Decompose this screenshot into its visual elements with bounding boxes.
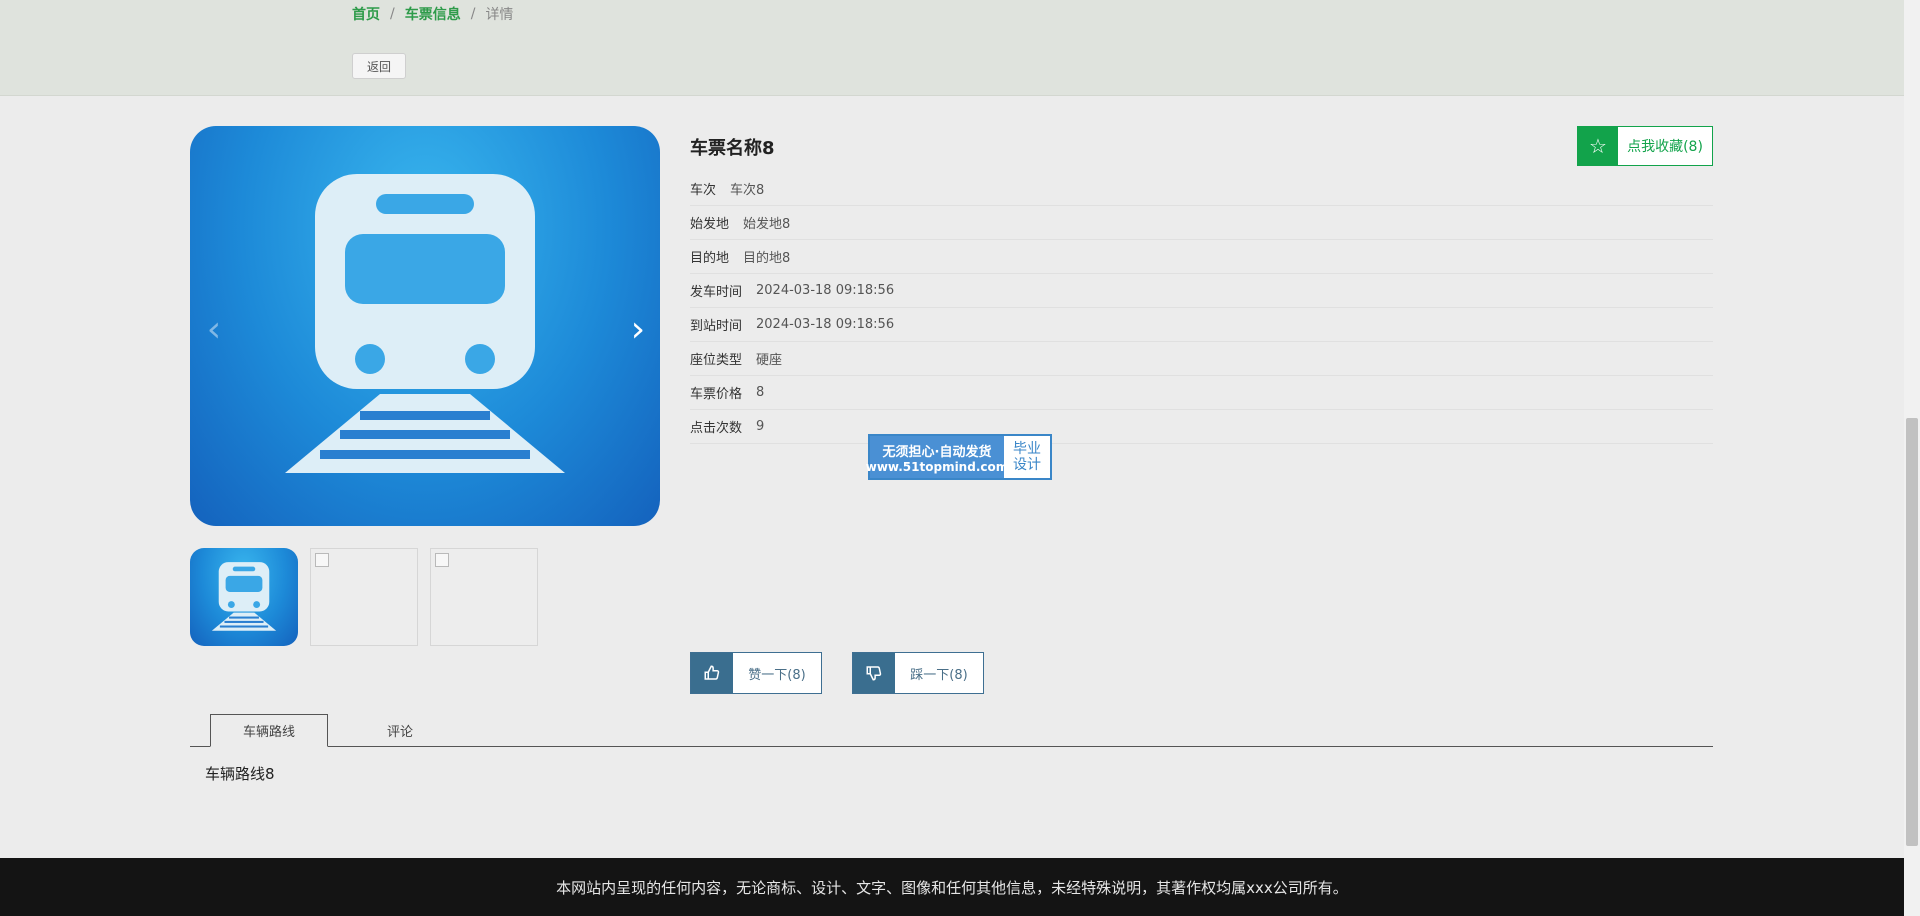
page-scrollbar-thumb[interactable] [1906, 418, 1918, 846]
train-icon [285, 174, 565, 473]
like-label: 赞一下(8) [748, 667, 806, 683]
back-button[interactable]: 返回 [352, 53, 406, 79]
breadcrumb-home[interactable]: 首页 [352, 4, 380, 24]
watermark-right-line1: 毕业 [1013, 441, 1041, 457]
dislike-button[interactable]: 踩一下(8) [852, 652, 984, 694]
like-button[interactable]: 赞一下(8) [690, 652, 822, 694]
info-row-arrival-time: 到站时间 2024-03-18 09:18:56 [690, 308, 1713, 342]
thumbnail-2[interactable] [310, 548, 418, 646]
carousel-prev-button[interactable]: ‹ [200, 310, 228, 350]
favorite-button[interactable]: ☆ 点我收藏(8) [1577, 126, 1713, 166]
thumbnail-3[interactable] [430, 548, 538, 646]
star-icon: ☆ [1578, 127, 1618, 165]
carousel-next-button[interactable]: › [624, 310, 652, 350]
watermark-left: 无须担心·自动发货 www.51topmind.com [866, 436, 1008, 478]
info-row-destination: 目的地 目的地8 [690, 240, 1713, 274]
breadcrumb-ticket-list[interactable]: 车票信息 [405, 4, 461, 24]
info-label: 始发地 [690, 217, 730, 232]
watermark-line2: www.51topmind.com [865, 459, 1009, 474]
ticket-main-image [190, 126, 660, 526]
info-row-price: 车票价格 8 [690, 376, 1713, 410]
tab-comments[interactable]: 评论 [340, 714, 460, 746]
info-label: 到站时间 [690, 319, 743, 334]
info-label: 发车时间 [690, 285, 743, 300]
ticket-title: 车票名称8 [690, 138, 775, 159]
info-value: 2024-03-18 09:18:56 [756, 283, 895, 298]
tab-content-route: 车辆路线8 [205, 765, 275, 783]
watermark-right-line2: 设计 [1013, 457, 1041, 473]
info-value: 车次8 [730, 183, 765, 198]
info-label: 车次 [690, 183, 717, 198]
info-row-departure-time: 发车时间 2024-03-18 09:18:56 [690, 274, 1713, 308]
info-value: 8 [756, 385, 765, 400]
train-icon [211, 562, 277, 631]
watermark-line1: 无须担心·自动发货 [882, 444, 992, 460]
info-value: 9 [756, 419, 765, 434]
info-label: 点击次数 [690, 421, 743, 436]
info-value: 硬座 [756, 353, 783, 368]
info-row-seat-type: 座位类型 硬座 [690, 342, 1713, 376]
watermark-right: 毕业 设计 [1004, 436, 1050, 478]
info-label: 目的地 [690, 251, 730, 266]
breadcrumb: 首页 / 车票信息 / 详情 [352, 4, 513, 24]
top-bar: 首页 / 车票信息 / 详情 返回 [0, 0, 1904, 96]
thumbnail-1[interactable] [190, 548, 298, 646]
favorite-label: 点我收藏(8) [1627, 139, 1703, 155]
info-value: 始发地8 [743, 217, 791, 232]
info-label: 车票价格 [690, 387, 743, 402]
info-row-origin: 始发地 始发地8 [690, 206, 1713, 240]
info-value: 2024-03-18 09:18:56 [756, 317, 895, 332]
thumbs-down-icon [853, 653, 895, 693]
breadcrumb-separator: / [390, 6, 395, 22]
info-row-click-count: 点击次数 9 [690, 410, 1713, 444]
footer: 本网站内呈现的任何内容，无论商标、设计、文字、图像和任何其他信息，未经特殊说明，… [0, 858, 1904, 916]
tab-vehicle-route[interactable]: 车辆路线 [210, 714, 328, 747]
detail-tabs: 车辆路线 评论 [190, 714, 1713, 747]
info-row-train-number: 车次 车次8 [690, 172, 1713, 206]
thumbs-up-icon [691, 653, 733, 693]
info-value: 目的地8 [743, 251, 791, 266]
broken-image-icon [315, 553, 329, 567]
breadcrumb-current: 详情 [485, 7, 514, 23]
info-label: 座位类型 [690, 353, 743, 368]
broken-image-icon [435, 553, 449, 567]
watermark-badge: 无须担心·自动发货 www.51topmind.com 毕业 设计 [866, 434, 1052, 480]
dislike-label: 踩一下(8) [910, 667, 968, 683]
breadcrumb-separator: / [470, 6, 476, 22]
footer-copyright: 本网站内呈现的任何内容，无论商标、设计、文字、图像和任何其他信息，未经特殊说明，… [556, 878, 1348, 897]
